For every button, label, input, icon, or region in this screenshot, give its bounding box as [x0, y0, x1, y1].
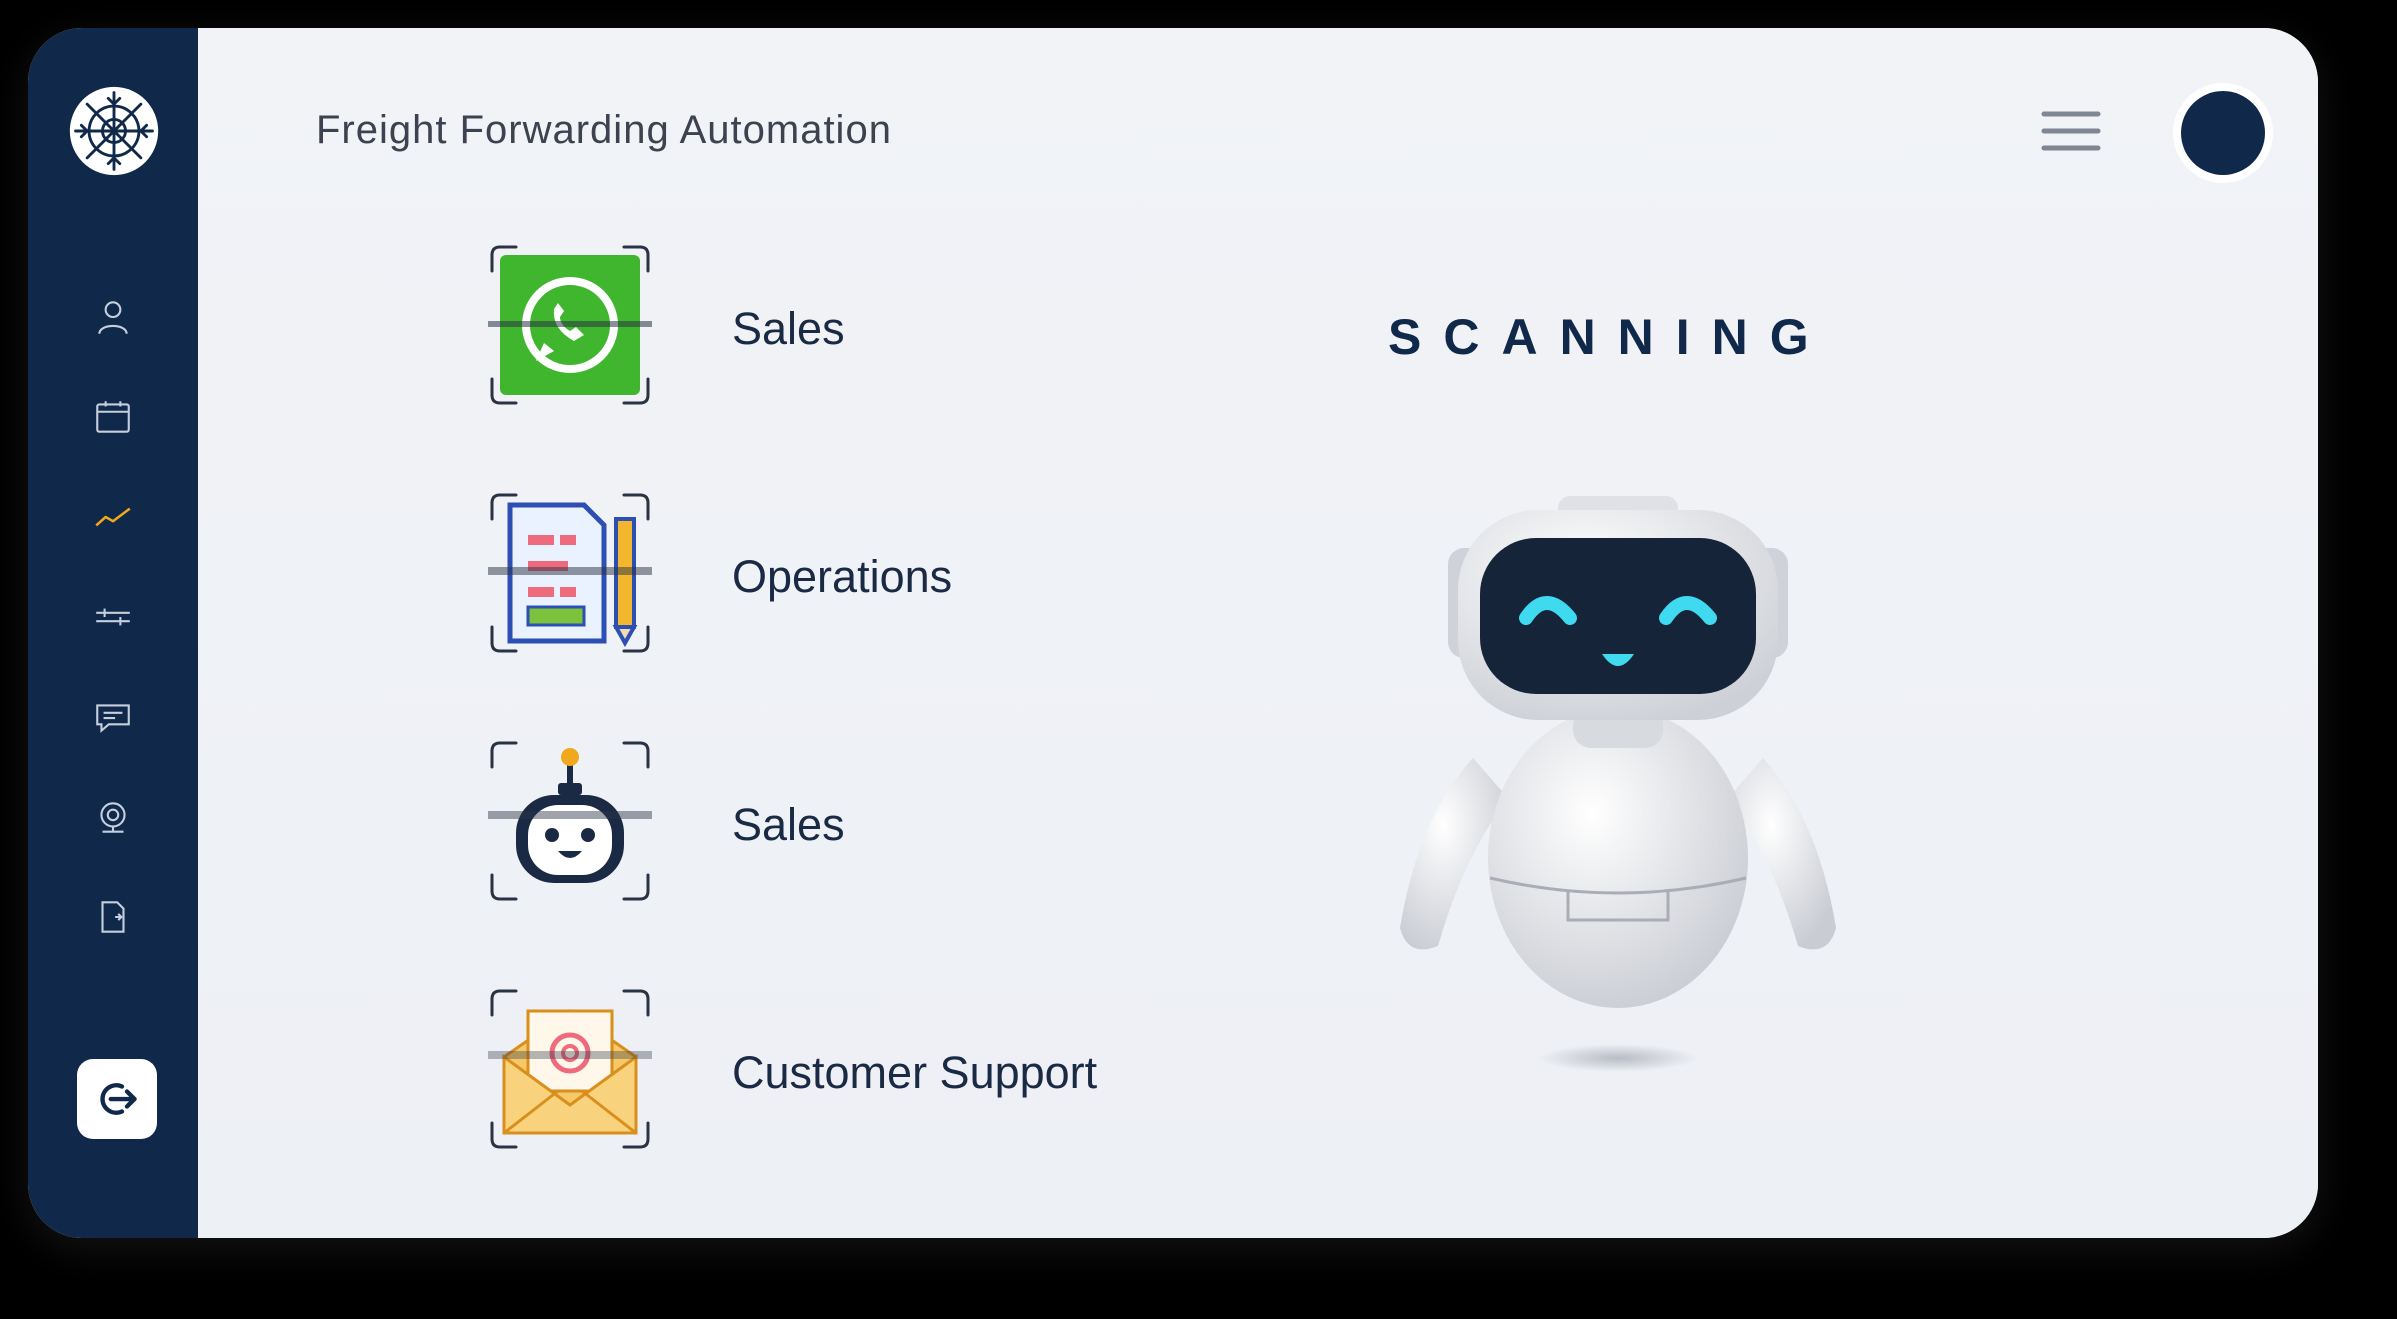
- chat-icon: [96, 704, 130, 733]
- document-exit-icon: [101, 901, 125, 933]
- scanning-status: SCANNING: [1388, 309, 1831, 365]
- sidebar-item-messages[interactable]: [83, 687, 143, 747]
- main-content: Freight Forwarding Automation Sales Oper…: [198, 28, 2318, 1238]
- sidebar-item-user[interactable]: [83, 287, 143, 347]
- automation-label: Sales: [732, 799, 845, 850]
- page-title: Freight Forwarding Automation: [316, 108, 892, 152]
- sliders-icon: [96, 608, 130, 626]
- automation-label: Sales: [732, 303, 845, 354]
- trend-chart-icon: [95, 507, 131, 527]
- chatbot-icon: [488, 741, 652, 901]
- app-window: Freight Forwarding Automation Sales Oper…: [28, 28, 2318, 1238]
- document-pencil-icon: [488, 493, 652, 653]
- logout-icon: [100, 1083, 137, 1115]
- sidebar-item-calendar[interactable]: [83, 387, 143, 447]
- sidebar-item-analytics[interactable]: [83, 487, 143, 547]
- email-icon: [488, 989, 652, 1149]
- automation-label: Customer Support: [732, 1047, 1098, 1098]
- sidebar: [28, 28, 198, 1238]
- automation-item-sales-whatsapp[interactable]: Sales: [488, 243, 1188, 407]
- automation-item-operations[interactable]: Operations: [488, 491, 1188, 655]
- sidebar-item-documents[interactable]: [83, 887, 143, 947]
- sidebar-item-bots[interactable]: [83, 787, 143, 847]
- automation-label: Operations: [732, 551, 953, 602]
- calendar-icon: [96, 401, 130, 433]
- automation-item-sales-chatbot[interactable]: Sales: [488, 739, 1188, 903]
- robot-illustration: [1400, 496, 1836, 1072]
- automation-item-customer-support[interactable]: Customer Support: [488, 987, 1188, 1151]
- logo-icon: [69, 86, 159, 176]
- user-icon: [98, 301, 128, 335]
- user-avatar[interactable]: [2181, 91, 2265, 175]
- whatsapp-icon: [488, 245, 652, 405]
- hamburger-menu-icon[interactable]: [2041, 108, 2101, 154]
- robot-head-icon: [100, 802, 126, 833]
- logout-button[interactable]: [77, 1059, 157, 1139]
- sidebar-item-settings[interactable]: [83, 587, 143, 647]
